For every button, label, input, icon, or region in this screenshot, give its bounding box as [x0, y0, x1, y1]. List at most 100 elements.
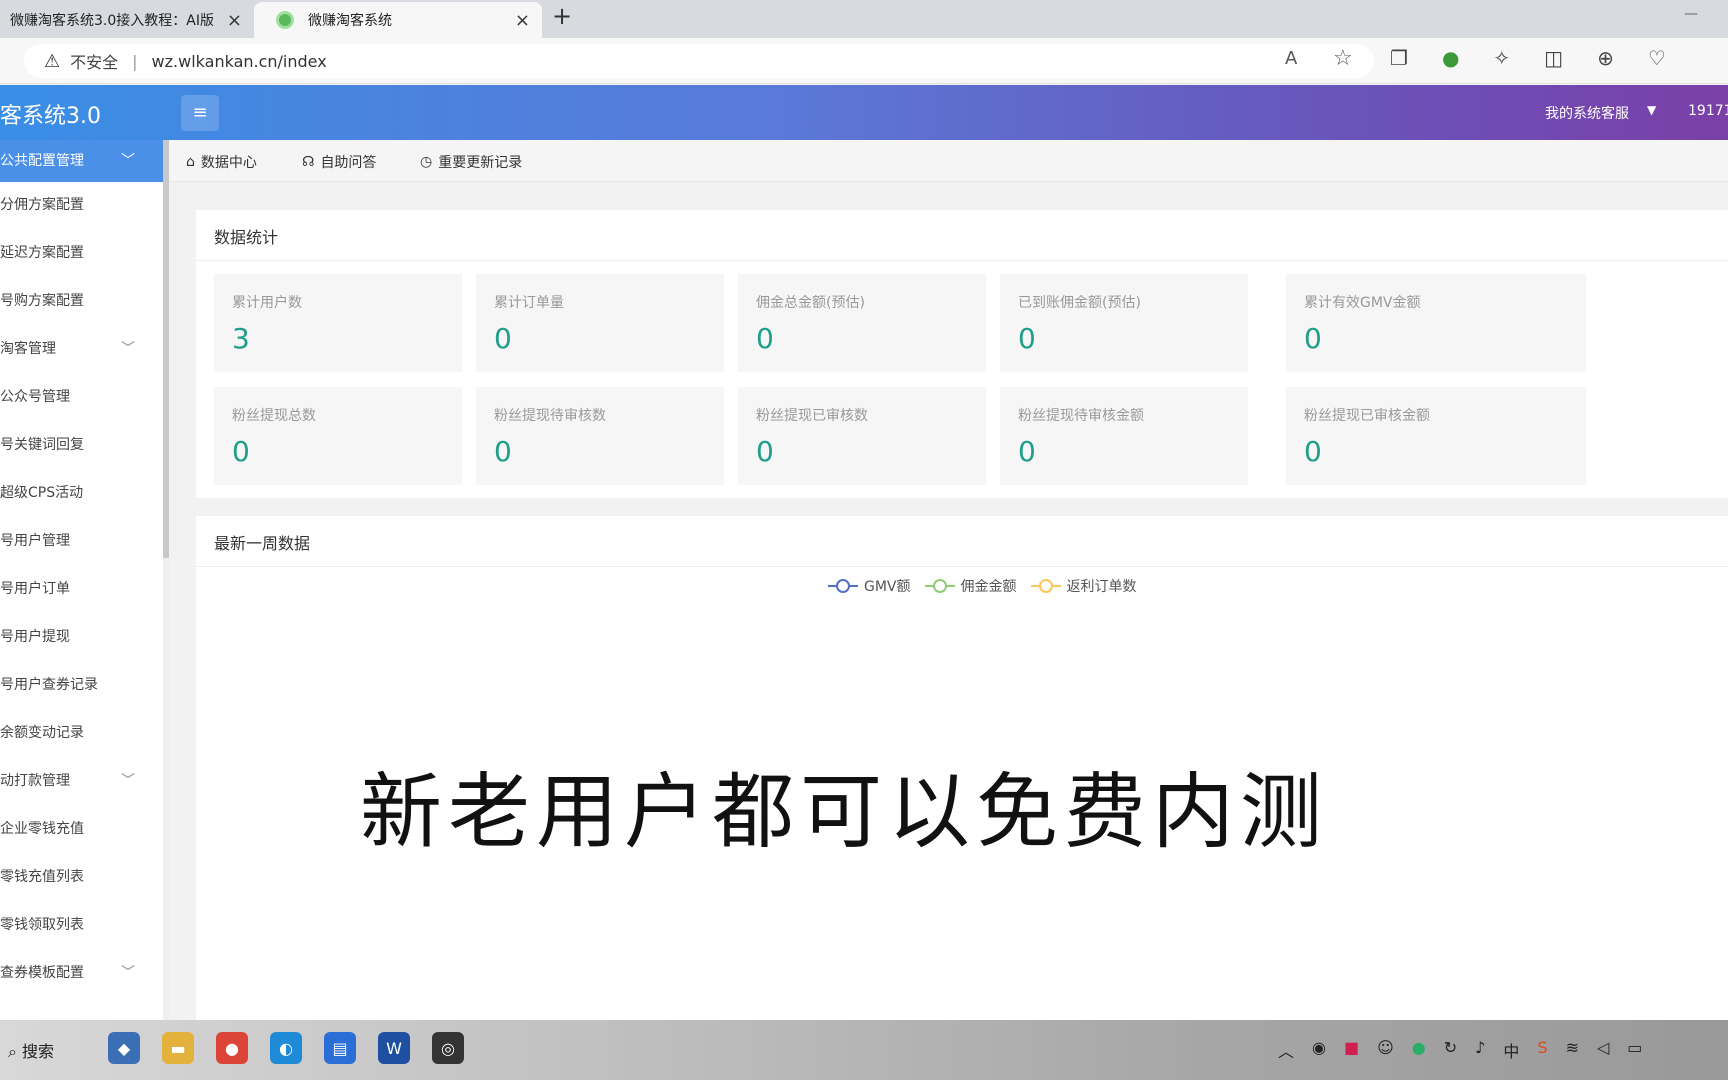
sidebar-item[interactable]: 淘客管理 ﹀: [0, 324, 163, 372]
sidebar-item[interactable]: 号用户提现: [0, 612, 163, 660]
sidebar-item[interactable]: 号用户订单: [0, 564, 163, 612]
system-service-link[interactable]: 我的系统客服: [1545, 103, 1629, 123]
legend-item[interactable]: 佣金金额: [924, 576, 1017, 596]
stat-label: 佣金总金额(预估): [756, 295, 865, 311]
mic-icon[interactable]: ♪: [1475, 1038, 1485, 1062]
url-text[interactable]: wz.wlkankan.cn/index: [152, 52, 327, 71]
browser-toolbar: ❐ ● ✧ ◫ ⊕ ♡: [1390, 46, 1666, 70]
sidebar-item-label: 查券模板配置: [0, 965, 84, 981]
browser-tab-bar: 微赚淘客系统3.0接入教程：AI版 × 微赚淘客系统 × + —: [0, 0, 1728, 38]
sidebar-item-label: 号用户订单: [0, 581, 70, 597]
caret-down-icon[interactable]: ▼: [1647, 103, 1656, 117]
sidebar-item[interactable]: 超级CPS活动: [0, 468, 163, 516]
sidebar: 公共配置管理 ﹀ 分佣方案配置 延迟方案配置 号购方案配置 淘客管理 ﹀ 公众号管理号关键词回…: [0, 140, 163, 1020]
security-label[interactable]: 不安全: [70, 49, 118, 73]
menu-toggle-icon[interactable]: ≡: [181, 95, 219, 131]
system-tray: ︿ ◉ ■ ☺ ● ↻ ♪ 中 S ≋ ◁ ▭: [1278, 1038, 1642, 1062]
sidebar-item[interactable]: 号用户管理: [0, 516, 163, 564]
sidebar-item[interactable]: 动打款管理 ﹀: [0, 756, 163, 804]
ime-indicator[interactable]: 中: [1503, 1038, 1519, 1062]
minimize-icon[interactable]: —: [1684, 6, 1698, 22]
sync-icon[interactable]: ↻: [1444, 1038, 1457, 1062]
stat-value: 0: [756, 322, 774, 355]
edge-icon[interactable]: ◐: [270, 1032, 302, 1064]
chevron-down-icon[interactable]: ﹀: [121, 770, 135, 790]
stat-label: 累计有效GMV金额: [1304, 295, 1421, 311]
legend-item[interactable]: GMV额: [828, 576, 911, 596]
sidebar-item[interactable]: 公众号管理: [0, 372, 163, 420]
browser-tab[interactable]: 微赚淘客系统3.0接入教程：AI版 ×: [0, 2, 254, 38]
nav-label: 重要更新记录: [438, 155, 523, 171]
chevron-down-icon[interactable]: ﹀: [121, 338, 135, 358]
app-tray-icon[interactable]: ■: [1344, 1038, 1359, 1062]
panel-title: 最新一周数据: [214, 534, 311, 553]
chevron-down-icon[interactable]: ﹀: [121, 962, 135, 982]
performance-icon[interactable]: ♡: [1648, 46, 1666, 70]
stat-label: 累计订单量: [494, 295, 564, 311]
legend-item[interactable]: 返利订单数: [1030, 576, 1137, 596]
sidebar-item[interactable]: 零钱领取列表: [0, 900, 163, 948]
word-icon[interactable]: W: [378, 1032, 410, 1064]
split-screen-icon[interactable]: ◫: [1544, 46, 1563, 70]
user-account[interactable]: 19171: [1688, 103, 1728, 119]
sidebar-item-label: 号关键词回复: [0, 437, 84, 453]
sidebar-item[interactable]: 余额变动记录: [0, 708, 163, 756]
sidebar-item[interactable]: 公共配置管理 ﹀: [0, 140, 163, 182]
panel-title: 数据统计: [214, 228, 279, 247]
nav-label: 数据中心: [200, 155, 257, 171]
stat-card: 粉丝提现已审核金额 0: [1286, 387, 1586, 485]
sidebar-item[interactable]: 分佣方案配置: [0, 180, 163, 228]
qq-icon[interactable]: ☺: [1377, 1038, 1394, 1062]
stat-card: 佣金总金额(预估) 0: [738, 274, 986, 372]
extension-globe-icon[interactable]: ●: [1442, 46, 1459, 70]
stat-value: 0: [494, 322, 512, 355]
legend-label: GMV额: [864, 579, 911, 595]
close-tab-icon[interactable]: ×: [227, 10, 242, 31]
sidebar-item-label: 超级CPS活动: [0, 485, 84, 501]
browser-tab-active[interactable]: 微赚淘客系统 ×: [254, 2, 542, 38]
wechat-icon[interactable]: ●: [1412, 1038, 1426, 1062]
volume-icon[interactable]: ◁: [1597, 1038, 1609, 1062]
stat-card: 粉丝提现已审核数 0: [738, 387, 986, 485]
steam-icon[interactable]: ◉: [1312, 1038, 1326, 1062]
chevron-down-icon[interactable]: ﹀: [121, 150, 135, 170]
sidebar-item-label: 号用户查券记录: [0, 677, 98, 693]
nav-self-help[interactable]: ☊ 自助问答: [302, 152, 376, 172]
extensions-icon[interactable]: ✧: [1493, 46, 1510, 70]
close-tab-icon[interactable]: ×: [515, 10, 530, 31]
sidebar-item[interactable]: 零钱充值列表: [0, 852, 163, 900]
chrome-icon[interactable]: ●: [216, 1032, 248, 1064]
stat-card: 粉丝提现待审核数 0: [476, 387, 724, 485]
add-collection-icon[interactable]: ⊕: [1597, 46, 1614, 70]
new-tab-button[interactable]: +: [552, 2, 572, 30]
stat-label: 粉丝提现已审核数: [756, 408, 868, 424]
chevron-up-icon[interactable]: ︿: [1278, 1038, 1294, 1062]
nav-update-log[interactable]: ◷ 重要更新记录: [420, 152, 522, 172]
wifi-icon[interactable]: ≋: [1566, 1038, 1579, 1062]
notepad-icon[interactable]: ▤: [324, 1032, 356, 1064]
battery-icon[interactable]: ▭: [1627, 1038, 1642, 1062]
app-s-icon[interactable]: S: [1537, 1038, 1547, 1062]
sidebar-item-label: 动打款管理: [0, 773, 70, 789]
read-aloud-icon[interactable]: A: [1285, 48, 1297, 69]
sidebar-item[interactable]: 号用户查券记录: [0, 660, 163, 708]
favorite-star-icon[interactable]: ☆: [1333, 46, 1353, 71]
nav-data-center[interactable]: ⌂ 数据中心: [186, 152, 257, 172]
collections-icon[interactable]: ❐: [1390, 46, 1408, 70]
legend-marker-icon: [924, 579, 955, 593]
sidebar-item[interactable]: 延迟方案配置: [0, 228, 163, 276]
sidebar-item[interactable]: 企业零钱充值: [0, 804, 163, 852]
taskbar-apps: ◆ ▬ ● ◐ ▤ W ◎: [108, 1032, 464, 1064]
folder-icon[interactable]: ▬: [162, 1032, 194, 1064]
sidebar-item[interactable]: 号购方案配置: [0, 276, 163, 324]
sidebar-item[interactable]: 查券模板配置 ﹀: [0, 948, 163, 996]
sidebar-item[interactable]: 号关键词回复: [0, 420, 163, 468]
stat-value: 0: [232, 435, 250, 468]
sidebar-scrollbar[interactable]: [163, 140, 169, 558]
stat-label: 累计用户数: [232, 295, 302, 311]
app-icon[interactable]: ◆: [108, 1032, 140, 1064]
address-bar[interactable]: ⚠ 不安全 | wz.wlkankan.cn/index: [24, 44, 1374, 78]
obs-icon[interactable]: ◎: [432, 1032, 464, 1064]
taskbar-search[interactable]: ⌕ 搜索: [8, 1038, 54, 1062]
stat-value: 0: [1018, 435, 1036, 468]
